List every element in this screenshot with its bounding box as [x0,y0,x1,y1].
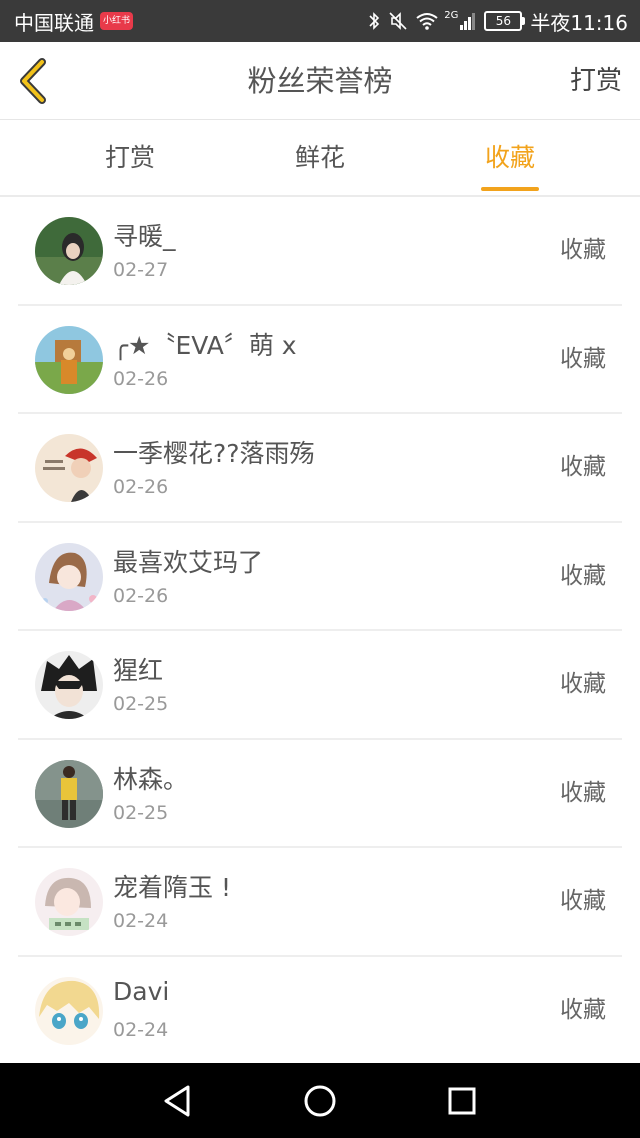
tab-favorites[interactable]: 收藏 [450,121,570,195]
avatar [35,434,103,502]
wifi-icon [416,12,438,30]
fan-name: 宠着隋玉 ! [113,873,231,902]
tab-bar: 打赏 鲜花 收藏 [0,121,640,197]
avatar [35,325,103,394]
avatar [35,868,103,936]
list-item[interactable]: Davi 02-24 收藏 [18,957,622,1065]
favorite-label: 收藏 [560,454,606,480]
list-item[interactable]: 一季樱花??落雨殇 02-26 收藏 [18,414,622,523]
fan-name: Davi [113,976,170,1006]
status-bar: 中国联通 小红书 2G 56 半夜11:16 [0,0,640,42]
favorite-label: 收藏 [560,671,606,697]
triangle-back-icon [158,1085,198,1125]
status-right: 2G 56 半夜11:16 [360,7,628,36]
fan-date: 02-27 [113,259,169,281]
tab-reward[interactable]: 打赏 [70,121,190,195]
fan-name: 寻暖_ [113,222,176,251]
favorite-label: 收藏 [560,345,606,372]
avatar [35,542,103,611]
favorite-label: 收藏 [560,562,606,589]
tab-underline [481,187,539,191]
avatar [35,759,103,828]
fan-name: 猩红 [113,656,164,685]
square-recents-icon [442,1087,482,1125]
list-item[interactable]: 最喜欢艾玛了 02-26 收藏 [18,523,622,631]
page-title: 粉丝荣誉榜 [247,64,393,98]
avatar [35,651,103,719]
tab-flowers[interactable]: 鲜花 [260,121,380,195]
list-item[interactable]: 寻暖_ 02-27 收藏 [18,197,622,306]
fan-date: 02-24 [113,1018,169,1041]
battery-icon: 56 [484,11,526,31]
favorite-label: 收藏 [560,888,606,914]
fan-list: 寻暖_ 02-27 收藏 ╭★〝EVA〞萌 x 02-26 收藏 一季樱花??落… [0,197,640,1065]
list-item[interactable]: 猩红 02-25 收藏 [18,631,622,740]
fan-name: ╭★〝EVA〞萌 x [113,330,297,360]
fan-name: 林森。 [113,764,189,794]
system-nav-bar [0,1063,640,1138]
favorite-label: 收藏 [560,779,606,806]
fan-name: 最喜欢艾玛了 [113,547,264,577]
bluetooth-icon [368,11,380,31]
fan-date: 02-26 [113,584,169,607]
avatar [35,976,103,1045]
fan-date: 02-26 [113,476,169,498]
tab-label: 鲜花 [294,143,345,172]
favorite-label: 收藏 [560,996,606,1023]
tab-label: 收藏 [484,143,535,172]
nav-recents-button[interactable] [442,1081,482,1121]
avatar [35,217,103,285]
nav-home-button[interactable] [300,1081,340,1121]
carrier-app-badge: 小红书 [100,12,134,30]
fan-date: 02-25 [113,693,169,715]
fan-date: 02-24 [113,910,169,932]
list-item[interactable]: ╭★〝EVA〞萌 x 02-26 收藏 [18,306,622,414]
signal-icon [460,12,476,30]
reward-button[interactable]: 打赏 [570,42,622,120]
list-item[interactable]: 林森。 02-25 收藏 [18,740,622,848]
nav-back-button[interactable] [158,1081,198,1121]
circle-home-icon [300,1085,340,1125]
carrier-name: 中国联通 [14,10,94,35]
network-type: 2G [444,9,459,21]
list-item[interactable]: 宠着隋玉 ! 02-24 收藏 [18,848,622,957]
status-time: 半夜11:16 [530,10,628,35]
status-left: 中国联通 小红书 [14,7,134,36]
favorite-label: 收藏 [560,237,606,263]
mute-icon [388,11,408,31]
fan-date: 02-26 [113,367,169,390]
app-header: 粉丝荣誉榜 打赏 [0,42,640,120]
fan-name: 一季樱花??落雨殇 [113,439,315,468]
tab-label: 打赏 [104,143,155,172]
fan-date: 02-25 [113,801,169,824]
